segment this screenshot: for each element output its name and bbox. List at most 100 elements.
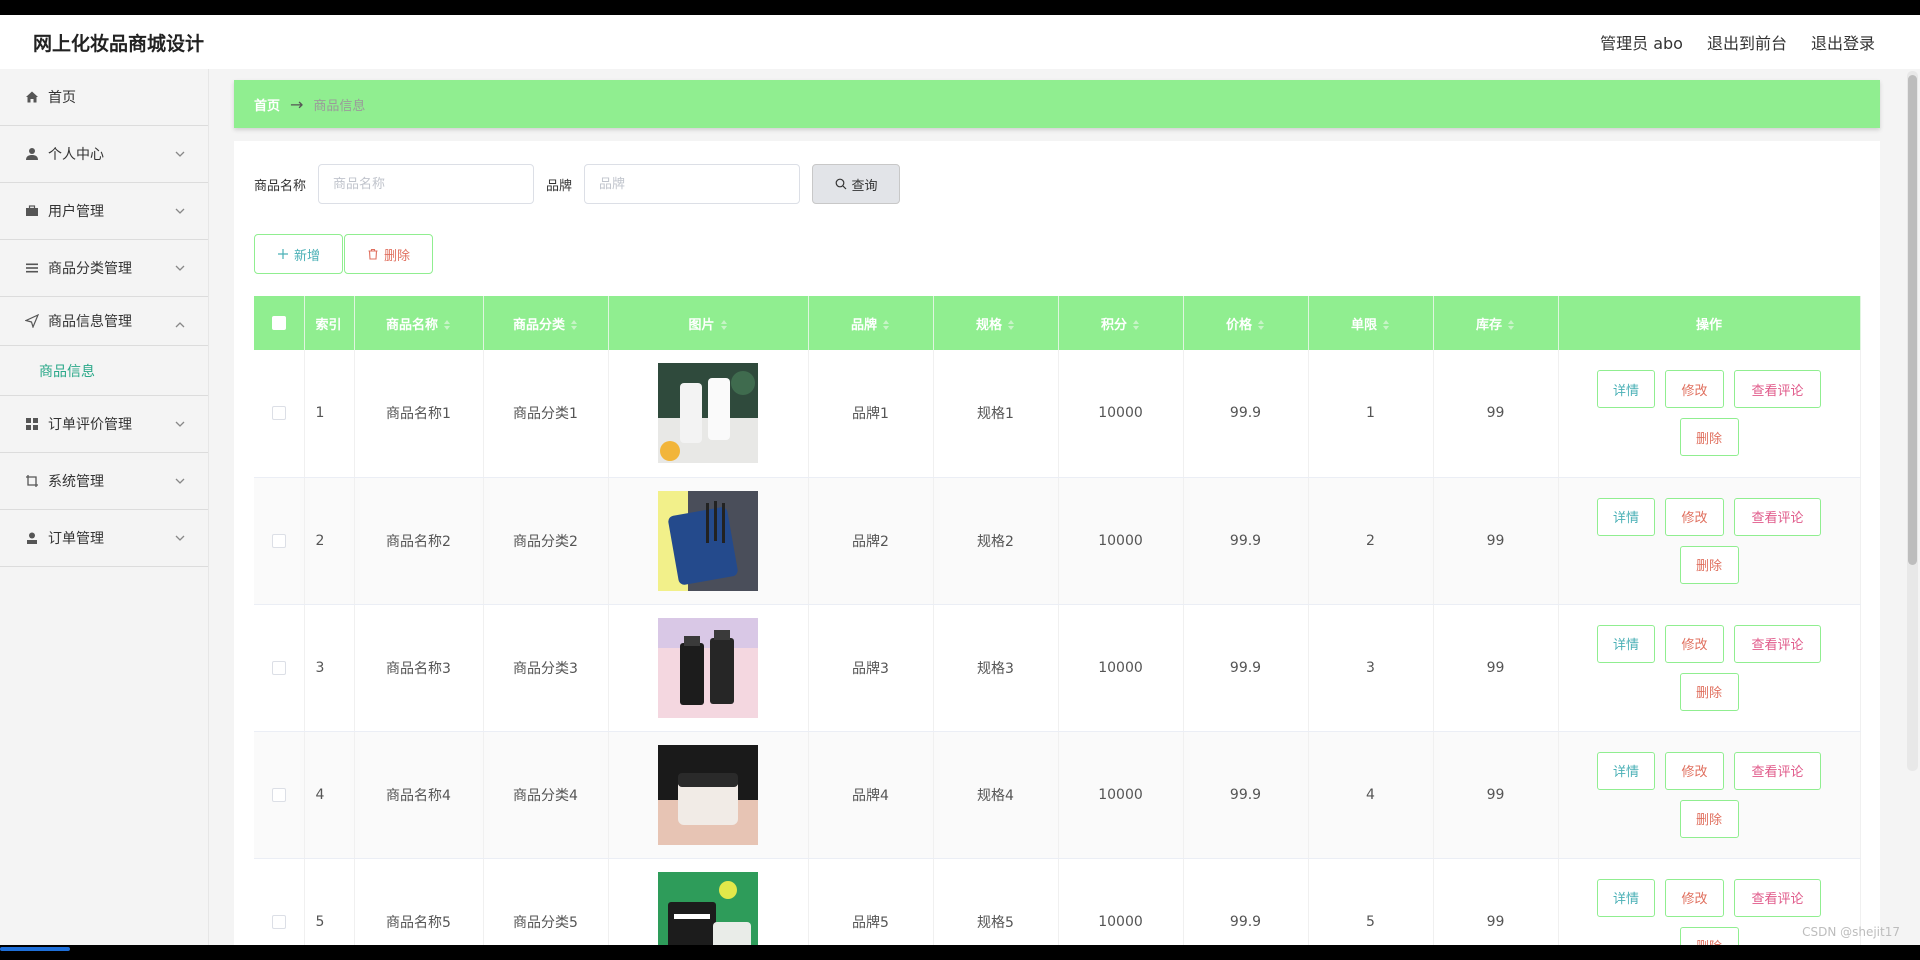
edit-button[interactable]: 修改 xyxy=(1665,751,1724,790)
row-delete-button[interactable]: 删除 xyxy=(1679,418,1739,457)
view-reviews-button[interactable]: 查看评论 xyxy=(1734,878,1821,917)
sidebar-item-label: 系统管理 xyxy=(48,474,104,490)
cell-actions: 详情 修改 查看评论 删除 xyxy=(1558,731,1861,859)
row-delete-button[interactable]: 删除 xyxy=(1679,926,1739,945)
row-checkbox[interactable] xyxy=(271,406,286,421)
product-image[interactable] xyxy=(658,363,758,464)
view-reviews-button[interactable]: 查看评论 xyxy=(1734,497,1821,536)
batch-delete-button[interactable]: 删除 xyxy=(344,234,433,274)
cell-price: 99.9 xyxy=(1183,604,1309,732)
sidebar-item-order-review[interactable]: 订单评价管理 xyxy=(0,396,208,453)
col-category-label: 商品分类 xyxy=(512,317,565,333)
edit-button[interactable]: 修改 xyxy=(1665,624,1724,663)
table-row: 1 商品名称1 商品分类1 品牌1 规格1 10000 99.9 1 99 详情… xyxy=(254,350,1861,478)
add-button[interactable]: 新增 xyxy=(254,234,343,274)
breadcrumb-current: 商品信息 xyxy=(313,98,366,114)
cell-image xyxy=(608,350,809,478)
delete-button-label: 删除 xyxy=(383,248,410,264)
product-table: 索引 商品名称 商品分类 图片 品牌 规格 积分 价格 单限 库存 操作 1 商… xyxy=(254,296,1861,946)
list-icon xyxy=(24,260,40,276)
edit-button[interactable]: 修改 xyxy=(1665,878,1724,917)
sort-icon xyxy=(571,320,577,330)
brand-input[interactable] xyxy=(584,164,801,204)
sidebar-item-label: 用户管理 xyxy=(48,204,104,220)
cell-spec: 规格4 xyxy=(933,731,1059,859)
edit-button[interactable]: 修改 xyxy=(1665,497,1724,536)
sidebar-item-product-info[interactable]: 商品信息管理 xyxy=(0,297,208,346)
home-icon xyxy=(24,89,40,105)
detail-button[interactable]: 详情 xyxy=(1597,751,1655,790)
sidebar-item-home[interactable]: 首页 xyxy=(0,69,208,126)
row-delete-button[interactable]: 删除 xyxy=(1679,672,1739,711)
row-delete-button[interactable]: 删除 xyxy=(1679,545,1739,584)
detail-button[interactable]: 详情 xyxy=(1597,370,1655,409)
exit-to-front-link[interactable]: 退出到前台 xyxy=(1707,30,1787,54)
sort-icon xyxy=(1508,320,1514,330)
sidebar-item-category[interactable]: 商品分类管理 xyxy=(0,240,208,297)
sidebar-item-profile[interactable]: 个人中心 xyxy=(0,126,208,183)
chevron-up-icon xyxy=(175,322,185,328)
col-index[interactable]: 索引 xyxy=(304,296,355,350)
row-checkbox[interactable] xyxy=(271,914,286,929)
col-limit[interactable]: 单限 xyxy=(1308,296,1434,350)
cell-index: 3 xyxy=(304,604,355,732)
select-all-checkbox[interactable] xyxy=(271,316,286,330)
cell-category: 商品分类2 xyxy=(483,477,609,605)
product-name-input[interactable] xyxy=(318,164,535,204)
cell-category: 商品分类1 xyxy=(483,350,609,478)
col-category[interactable]: 商品分类 xyxy=(483,296,609,350)
breadcrumb-home[interactable]: 首页 xyxy=(254,95,280,114)
col-spec[interactable]: 规格 xyxy=(933,296,1059,350)
detail-button[interactable]: 详情 xyxy=(1597,878,1655,917)
cell-points: 10000 xyxy=(1058,604,1184,732)
sidebar-item-label: 个人中心 xyxy=(48,147,104,163)
sidebar-subitem-product-info[interactable]: 商品信息 xyxy=(0,346,208,396)
sort-icon xyxy=(1258,320,1264,330)
product-image[interactable] xyxy=(658,744,758,845)
sidebar: 首页 个人中心 用户管理 商品分类管理 商品信息管理 商品信息 订单评价管理 系… xyxy=(0,69,209,945)
col-name[interactable]: 商品名称 xyxy=(354,296,484,350)
sidebar-item-label: 订单管理 xyxy=(48,531,104,547)
brand-label: 品牌 xyxy=(546,178,573,194)
col-brand[interactable]: 品牌 xyxy=(808,296,934,350)
product-image[interactable] xyxy=(658,490,758,591)
col-price[interactable]: 价格 xyxy=(1183,296,1309,350)
detail-button[interactable]: 详情 xyxy=(1597,624,1655,663)
product-image[interactable] xyxy=(658,617,758,718)
chevron-down-icon xyxy=(175,208,185,214)
view-reviews-button[interactable]: 查看评论 xyxy=(1734,370,1821,409)
product-name-label: 商品名称 xyxy=(254,178,307,194)
col-image[interactable]: 图片 xyxy=(608,296,809,350)
col-name-label: 商品名称 xyxy=(385,317,438,333)
row-delete-button[interactable]: 删除 xyxy=(1679,799,1739,838)
col-points[interactable]: 积分 xyxy=(1058,296,1184,350)
row-checkbox[interactable] xyxy=(271,660,286,675)
col-stock[interactable]: 库存 xyxy=(1433,296,1559,350)
sidebar-item-system[interactable]: 系统管理 xyxy=(0,453,208,510)
detail-button[interactable]: 详情 xyxy=(1597,497,1655,536)
row-checkbox[interactable] xyxy=(271,533,286,548)
edit-button[interactable]: 修改 xyxy=(1665,370,1724,409)
cell-brand: 品牌4 xyxy=(808,731,934,859)
cell-price: 99.9 xyxy=(1183,731,1309,859)
logout-link[interactable]: 退出登录 xyxy=(1811,30,1875,54)
view-reviews-button[interactable]: 查看评论 xyxy=(1734,624,1821,663)
chevron-down-icon xyxy=(175,265,185,271)
view-reviews-button[interactable]: 查看评论 xyxy=(1734,751,1821,790)
row-checkbox[interactable] xyxy=(271,787,286,802)
query-button[interactable]: 查询 xyxy=(812,164,901,204)
plus-icon xyxy=(277,249,288,259)
product-image[interactable] xyxy=(658,871,758,946)
sidebar-item-orders[interactable]: 订单管理 xyxy=(0,510,208,567)
vertical-scrollbar[interactable] xyxy=(1907,71,1918,771)
app-window: 网上化妆品商城设计 管理员 abo 退出到前台 退出登录 首页 个人中心 用户管… xyxy=(0,15,1920,945)
sidebar-item-label: 首页 xyxy=(48,90,76,106)
query-button-label: 查询 xyxy=(851,178,878,194)
cell-brand: 品牌3 xyxy=(808,604,934,732)
scrollbar-thumb[interactable] xyxy=(1908,75,1917,565)
sidebar-item-users[interactable]: 用户管理 xyxy=(0,183,208,240)
cell-price: 99.9 xyxy=(1183,858,1309,945)
cell-limit: 2 xyxy=(1308,477,1434,605)
cell-index: 5 xyxy=(304,858,355,945)
col-points-label: 积分 xyxy=(1100,317,1127,333)
